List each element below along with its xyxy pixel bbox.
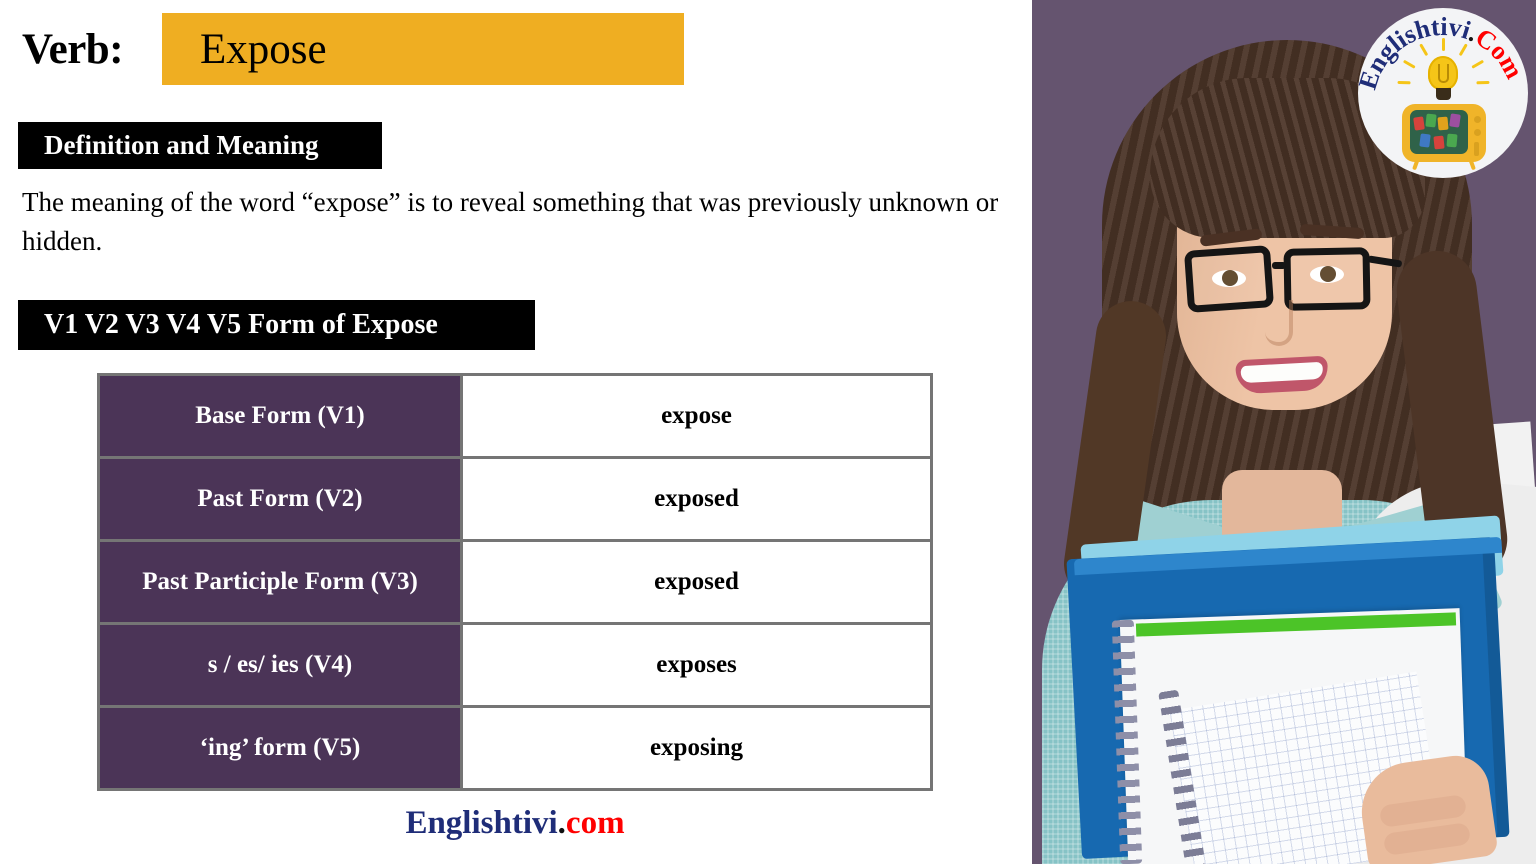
row-label-v5: ‘ing’ form (V5) xyxy=(97,705,463,791)
tv-screen xyxy=(1410,110,1468,154)
glasses-bridge xyxy=(1272,262,1286,269)
bulb-ray-7 xyxy=(1397,80,1411,85)
page-root: Englishtivi.Com Verb xyxy=(0,0,1536,864)
row-label-v4: s / es/ ies (V4) xyxy=(97,622,463,708)
definition-heading: Definition and Meaning xyxy=(18,122,382,169)
verb-word: Expose xyxy=(200,25,327,73)
bulb-base xyxy=(1436,88,1451,100)
row-value-v2: exposed xyxy=(460,456,933,542)
row-label-v1: Base Form (V1) xyxy=(97,373,463,459)
verb-label: Verb: xyxy=(22,25,124,73)
teeth xyxy=(1240,361,1324,384)
table-row: Past Participle Form (V3) exposed xyxy=(97,539,933,625)
brand-tld: com xyxy=(565,805,625,841)
forms-heading: V1 V2 V3 V4 V5 Form of Expose xyxy=(18,300,535,350)
tv-knob-2 xyxy=(1474,129,1481,136)
englishtivi-logo[interactable]: Englishtivi.Com xyxy=(1358,8,1528,178)
bulb-ray-6 xyxy=(1476,80,1490,85)
tv-letter-4 xyxy=(1449,113,1461,128)
row-value-v3: exposed xyxy=(460,539,933,625)
verb-forms-table-body: Base Form (V1) expose Past Form (V2) exp… xyxy=(97,373,933,791)
tv-letter-1 xyxy=(1413,116,1425,131)
tv-letter-7 xyxy=(1446,133,1458,148)
table-row: ‘ing’ form (V5) exposing xyxy=(97,705,933,791)
bulb-filament xyxy=(1438,64,1449,83)
table-row: s / es/ ies (V4) exposes xyxy=(97,622,933,708)
tv-speaker xyxy=(1474,142,1479,156)
logo-tld-arc: Com xyxy=(1470,22,1528,83)
tv-letter-5 xyxy=(1419,133,1431,148)
table-row: Past Form (V2) exposed xyxy=(97,456,933,542)
bulb-ray-1 xyxy=(1442,38,1445,51)
row-value-v4: exposes xyxy=(460,622,933,708)
glasses-lens-left xyxy=(1183,245,1275,313)
tv-letter-6 xyxy=(1433,135,1445,150)
tv-knob-1 xyxy=(1474,116,1481,123)
row-label-v3: Past Participle Form (V3) xyxy=(97,539,463,625)
table-row: Base Form (V1) expose xyxy=(97,373,933,459)
glasses-lens-right xyxy=(1283,247,1371,311)
tv-letter-3 xyxy=(1437,116,1449,131)
brand-name: Englishtivi xyxy=(405,805,558,841)
tv-letter-2 xyxy=(1425,113,1437,128)
definition-text: The meaning of the word “expose” is to r… xyxy=(22,187,999,257)
brand-footer[interactable]: Englishtivi.com xyxy=(97,805,933,842)
nose xyxy=(1265,300,1293,346)
verb-forms-table: Base Form (V1) expose Past Form (V2) exp… xyxy=(97,373,933,791)
row-value-v1: expose xyxy=(460,373,933,459)
row-value-v5: exposing xyxy=(460,705,933,791)
brand-dot: . xyxy=(557,805,566,841)
row-label-v2: Past Form (V2) xyxy=(97,456,463,542)
verb-label-wrap: Verb: xyxy=(22,13,124,85)
